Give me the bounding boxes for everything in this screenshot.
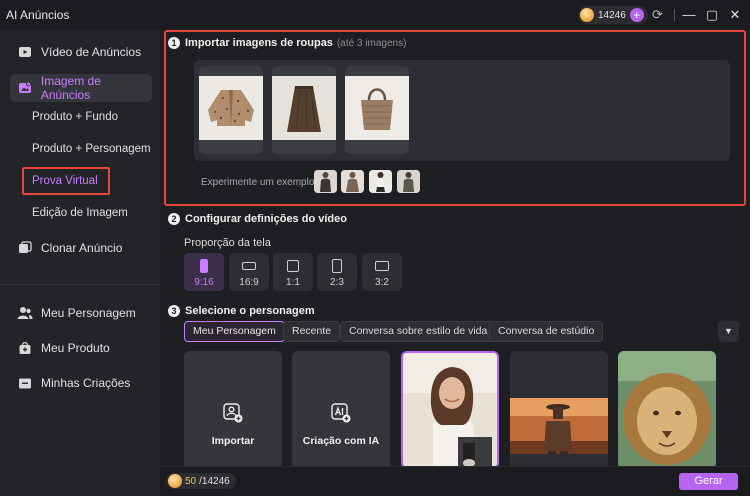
step-number: 1 [168, 37, 180, 49]
ratio-option-label: 16:9 [239, 277, 259, 288]
highlight-frame [22, 167, 110, 195]
clothing-thumbnail[interactable] [345, 66, 409, 154]
coin-icon [168, 474, 182, 488]
ratio-option-label: 9:16 [194, 277, 214, 288]
example-thumbnail[interactable] [369, 170, 392, 193]
section-3-title: 3 Selecione o personagem [168, 305, 315, 317]
sidebar-item-label: Minhas Criações [41, 376, 131, 390]
chevron-down-icon[interactable]: ▼ [718, 321, 739, 342]
image-ad-icon [17, 80, 33, 96]
lion-character-image [618, 351, 716, 469]
section-2-title: 2 Configurar definições do vídeo [168, 213, 347, 225]
ratio-9-16-option[interactable]: 9:16 [184, 253, 224, 291]
video-icon [17, 44, 33, 60]
landscape-ratio-icon [242, 262, 256, 270]
sidebar-item-my-product[interactable]: Meu Produto [10, 334, 152, 362]
product-bag-icon [17, 340, 33, 356]
folder-icon [17, 375, 33, 391]
credits-badge[interactable]: 14246 + [578, 6, 648, 24]
landscape-ratio-icon [375, 261, 389, 271]
usage-badge: 50/14246 [166, 473, 236, 489]
ratio-16-9-option[interactable]: 16:9 [229, 253, 269, 291]
sidebar-item-label: Imagem de Anúncios [40, 74, 101, 102]
bottom-bar [160, 466, 750, 496]
step-number: 2 [168, 213, 180, 225]
character-card-cowboy[interactable] [510, 351, 608, 469]
import-person-icon [223, 403, 243, 423]
sidebar-item-image-ads[interactable]: Imagem de Anúncios [10, 74, 152, 102]
section-title-text: Selecione o personagem [185, 305, 315, 317]
example-thumbnail[interactable] [341, 170, 364, 193]
example-thumbnail[interactable] [397, 170, 420, 193]
sidebar-divider [0, 284, 160, 285]
card-label: Criação com IA [302, 435, 380, 447]
sidebar-item-label: Clonar Anúncio [41, 241, 123, 255]
sidebar-item-video-ads[interactable]: Vídeo de Anúncios [10, 38, 152, 66]
generate-button[interactable]: Gerar [679, 473, 738, 490]
ratio-1-1-option[interactable]: 1:1 [273, 253, 313, 291]
ratio-option-label: 1:1 [286, 277, 300, 288]
clone-icon [17, 240, 33, 256]
character-card-woman[interactable] [401, 351, 499, 469]
tab-lifestyle-talk[interactable]: Conversa sobre estilo de vida [340, 321, 497, 342]
maximize-icon[interactable]: ▢ [704, 7, 720, 23]
ratio-option-label: 3:2 [375, 277, 389, 288]
bag-image [345, 76, 409, 140]
refresh-icon[interactable]: ⟳ [652, 8, 665, 21]
sidebar-item-label: Vídeo de Anúncios [41, 45, 142, 59]
credits-total: /14246 [199, 475, 230, 487]
section-note: (até 3 imagens) [336, 37, 407, 49]
sidebar-subitem-product-background[interactable]: Produto + Fundo [32, 111, 118, 123]
sidebar-item-label: Meu Produto [41, 341, 110, 355]
people-icon [17, 305, 33, 321]
titlebar-divider [674, 9, 675, 21]
portrait-ratio-icon [200, 259, 208, 273]
ai-create-icon [331, 403, 351, 423]
ai-creation-card[interactable]: Criação com IA [292, 351, 390, 469]
tab-my-character[interactable]: Meu Personagem [184, 321, 285, 342]
sidebar-subitem-image-editing[interactable]: Edição de Imagem [32, 207, 128, 219]
character-card-lion[interactable] [618, 351, 716, 469]
tab-studio-talk[interactable]: Conversa de estúdio [489, 321, 604, 342]
sidebar-item-clone-ad[interactable]: Clonar Anúncio [10, 234, 152, 262]
tab-recent[interactable]: Recente [283, 321, 341, 342]
minimize-icon[interactable]: — [681, 7, 697, 23]
clothing-thumbnail[interactable] [272, 66, 336, 154]
step-number: 3 [168, 305, 180, 317]
close-icon[interactable]: ✕ [727, 7, 743, 23]
cardigan-image [199, 76, 263, 140]
coin-icon [580, 8, 594, 22]
clothing-thumbnail[interactable] [199, 66, 263, 154]
woman-character-image [403, 353, 497, 467]
sidebar-item-my-character[interactable]: Meu Personagem [10, 299, 152, 327]
portrait-ratio-icon [332, 259, 342, 273]
ratio-3-2-option[interactable]: 3:2 [362, 253, 402, 291]
credits-value: 14246 [598, 9, 626, 21]
section-title-text: Configurar definições do vídeo [185, 213, 347, 225]
add-credits-icon[interactable]: + [629, 8, 644, 22]
try-example-label: Experimente um exemplo: [201, 177, 318, 188]
ratio-label: Proporção da tela [184, 237, 271, 249]
sidebar-subitem-product-character[interactable]: Produto + Personagem [32, 143, 151, 155]
section-title-text: Importar imagens de roupas [185, 37, 333, 49]
ratio-option-label: 2:3 [330, 277, 344, 288]
square-ratio-icon [287, 260, 299, 272]
import-character-card[interactable]: Importar [184, 351, 282, 469]
example-thumbnail[interactable] [314, 170, 337, 193]
sidebar-item-my-creations[interactable]: Minhas Criações [10, 369, 152, 397]
app-title: AI Anúncios [6, 8, 70, 22]
sidebar-item-label: Meu Personagem [41, 306, 136, 320]
cowboy-character-image [510, 351, 608, 469]
section-1-title: 1 Importar imagens de roupas (até 3 imag… [168, 37, 406, 49]
skirt-image [272, 76, 336, 140]
card-label: Importar [211, 435, 255, 447]
ratio-2-3-option[interactable]: 2:3 [317, 253, 357, 291]
credits-used: 50 [185, 475, 197, 487]
